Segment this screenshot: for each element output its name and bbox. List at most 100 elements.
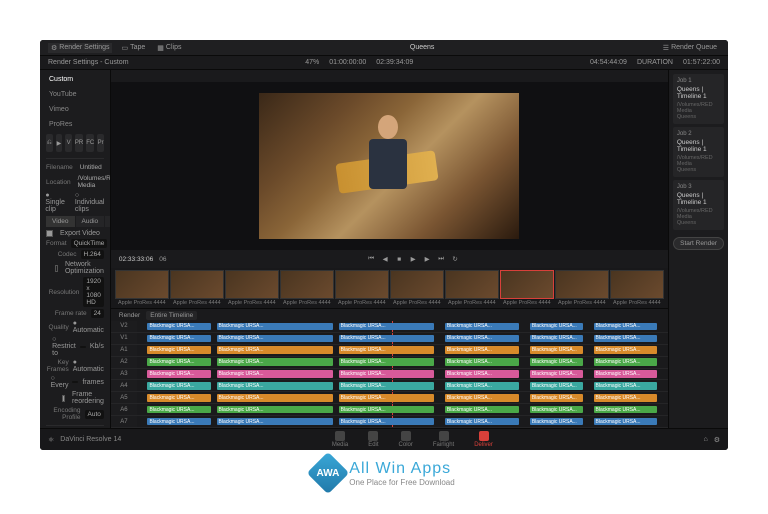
timeline-clip[interactable]: Blackmagic URSA... [445, 382, 519, 390]
preset-box-youtube[interactable]: ▶ [56, 134, 63, 152]
audio-tab[interactable]: Audio [76, 216, 105, 227]
render-job[interactable]: Job 1Queens | Timeline 1/Volumes/RED Med… [673, 74, 724, 124]
timeline-content[interactable]: Blackmagic URSA... Blackmagic URSA... Blac… [137, 321, 668, 428]
timeline-clip[interactable]: Blackmagic URSA... [147, 382, 211, 390]
timeline-clip[interactable]: Blackmagic URSA... [217, 370, 334, 378]
timeline-track[interactable]: Blackmagic URSA... Blackmagic URSA... Blac… [137, 404, 668, 416]
page-tab-edit[interactable]: Edit [368, 431, 378, 448]
timeline-clip[interactable]: Blackmagic URSA... [445, 394, 519, 402]
timeline-clip[interactable]: Blackmagic URSA... [530, 335, 583, 343]
render-job[interactable]: Job 2Queens | Timeline 1/Volumes/RED Med… [673, 127, 724, 177]
timeline-clip[interactable]: Blackmagic URSA... [147, 394, 211, 402]
timeline-track[interactable]: Blackmagic URSA... Blackmagic URSA... Blac… [137, 321, 668, 333]
timeline-track[interactable]: Blackmagic URSA... Blackmagic URSA... Blac… [137, 392, 668, 404]
play-button[interactable]: ▶ [408, 254, 418, 264]
page-tab-media[interactable]: Media [332, 431, 348, 448]
step-fwd-button[interactable]: ▶ [422, 254, 432, 264]
timeline-clip[interactable]: Blackmagic URSA... [530, 346, 583, 354]
preset-box-custom[interactable]: ⎌ [46, 134, 53, 152]
timeline-clip[interactable]: Blackmagic URSA... [339, 358, 435, 366]
render-individual-radio[interactable]: ○ Individual clips [75, 192, 105, 213]
timeline-track[interactable]: Blackmagic URSA... Blackmagic URSA... Blac… [137, 416, 668, 428]
timeline-clip[interactable]: Blackmagic URSA... [147, 370, 211, 378]
preset-prores[interactable]: ProRes [46, 119, 75, 130]
timeline-clip[interactable]: Blackmagic URSA... [594, 406, 658, 414]
codec-select[interactable]: H.264 [81, 250, 104, 259]
frame-reorder-checkbox[interactable] [62, 395, 65, 402]
tape-tab[interactable]: ▭Tape [118, 43, 148, 53]
timeline-clip[interactable]: Blackmagic URSA... [339, 346, 435, 354]
timeline-clip[interactable]: Blackmagic URSA... [445, 406, 519, 414]
video-viewer[interactable] [111, 82, 668, 250]
timeline-clip[interactable]: Blackmagic URSA... [445, 358, 519, 366]
track-label[interactable]: A7 [111, 416, 137, 428]
thumbnail[interactable]: Apple ProRes 4444 [225, 270, 279, 306]
timeline-clip[interactable]: Blackmagic URSA... [339, 382, 435, 390]
timeline-clip[interactable]: Blackmagic URSA... [217, 406, 334, 414]
thumbnail[interactable]: Apple ProRes 4444 [555, 270, 609, 306]
timeline-clip[interactable]: Blackmagic URSA... [594, 418, 658, 426]
keyframes-auto-radio[interactable]: ● Automatic [73, 359, 104, 373]
thumbnail[interactable]: Apple ProRes 4444 [445, 270, 499, 306]
timeline-clip[interactable]: Blackmagic URSA... [339, 418, 435, 426]
quality-kbs-input[interactable] [80, 346, 86, 348]
video-tab[interactable]: Video [46, 216, 75, 227]
render-settings-tab[interactable]: ⚙Render Settings [48, 43, 112, 53]
stop-button[interactable]: ■ [394, 254, 404, 264]
timeline-clip[interactable]: Blackmagic URSA... [445, 418, 519, 426]
next-clip-button[interactable]: ⏭ [436, 254, 446, 264]
timeline-clip[interactable]: Blackmagic URSA... [594, 370, 658, 378]
netopt-checkbox[interactable] [55, 265, 58, 272]
timeline-clip[interactable]: Blackmagic URSA... [339, 370, 435, 378]
timeline-clip[interactable]: Blackmagic URSA... [217, 358, 334, 366]
preset-box-vimeo[interactable]: V [65, 134, 72, 152]
timeline-track[interactable]: Blackmagic URSA... Blackmagic URSA... Blac… [137, 369, 668, 381]
preset-youtube[interactable]: YouTube [46, 89, 80, 100]
thumbnail[interactable]: Apple ProRes 4444 [170, 270, 224, 306]
timeline-clip[interactable]: Blackmagic URSA... [530, 394, 583, 402]
track-label[interactable]: V1 [111, 333, 137, 345]
thumbnail[interactable]: Apple ProRes 4444 [280, 270, 334, 306]
timeline-track[interactable]: Blackmagic URSA... Blackmagic URSA... Blac… [137, 333, 668, 345]
timeline-clip[interactable]: Blackmagic URSA... [530, 358, 583, 366]
page-tab-color[interactable]: Color [399, 431, 413, 448]
timeline-clip[interactable]: Blackmagic URSA... [217, 323, 334, 331]
format-select[interactable]: QuickTime [71, 239, 108, 248]
thumbnail[interactable]: Apple ProRes 4444 [115, 270, 169, 306]
timeline-clip[interactable]: Blackmagic URSA... [445, 323, 519, 331]
track-label[interactable]: A5 [111, 392, 137, 404]
preset-vimeo[interactable]: Vimeo [46, 104, 72, 115]
timeline-clip[interactable]: Blackmagic URSA... [339, 394, 435, 402]
preset-box-prores[interactable]: PR [75, 134, 83, 152]
timeline-clip[interactable]: Blackmagic URSA... [339, 406, 435, 414]
timeline-clip[interactable]: Blackmagic URSA... [217, 394, 334, 402]
thumbnail[interactable]: Apple ProRes 4444 [335, 270, 389, 306]
timeline-clip[interactable]: Blackmagic URSA... [594, 394, 658, 402]
timeline-clip[interactable]: Blackmagic URSA... [217, 382, 334, 390]
start-render-button[interactable]: Start Render [673, 237, 724, 250]
timeline-clip[interactable]: Blackmagic URSA... [594, 346, 658, 354]
timeline-clip[interactable]: Blackmagic URSA... [530, 323, 583, 331]
timeline-clip[interactable]: Blackmagic URSA... [594, 358, 658, 366]
thumbnail[interactable]: Apple ProRes 4444 [500, 270, 554, 306]
timeline-clip[interactable]: Blackmagic URSA... [594, 323, 658, 331]
track-label[interactable]: A2 [111, 357, 137, 369]
clips-tab[interactable]: ▦Clips [154, 43, 184, 53]
zoom-level[interactable]: 47% [305, 59, 319, 66]
timeline-clip[interactable]: Blackmagic URSA... [339, 335, 435, 343]
timeline-clip[interactable]: Blackmagic URSA... [147, 323, 211, 331]
track-label[interactable]: A3 [111, 369, 137, 381]
thumbnail[interactable]: Apple ProRes 4444 [390, 270, 444, 306]
timeline-track[interactable]: Blackmagic URSA... Blackmagic URSA... Blac… [137, 345, 668, 357]
prev-clip-button[interactable]: ⏮ [366, 254, 376, 264]
timeline-clip[interactable]: Blackmagic URSA... [147, 335, 211, 343]
timeline-clip[interactable]: Blackmagic URSA... [445, 335, 519, 343]
home-icon[interactable]: ⌂ [703, 436, 707, 443]
render-queue-tab[interactable]: ☰Render Queue [660, 43, 720, 53]
encoding-profile-select[interactable]: Auto [85, 410, 104, 419]
track-label[interactable]: A1 [111, 345, 137, 357]
timeline-clip[interactable]: Blackmagic URSA... [147, 346, 211, 354]
quality-restrict-radio[interactable]: ○ Restrict to [52, 336, 76, 357]
render-single-radio[interactable]: ● Single clip [45, 192, 64, 213]
timeline-clip[interactable]: Blackmagic URSA... [530, 370, 583, 378]
